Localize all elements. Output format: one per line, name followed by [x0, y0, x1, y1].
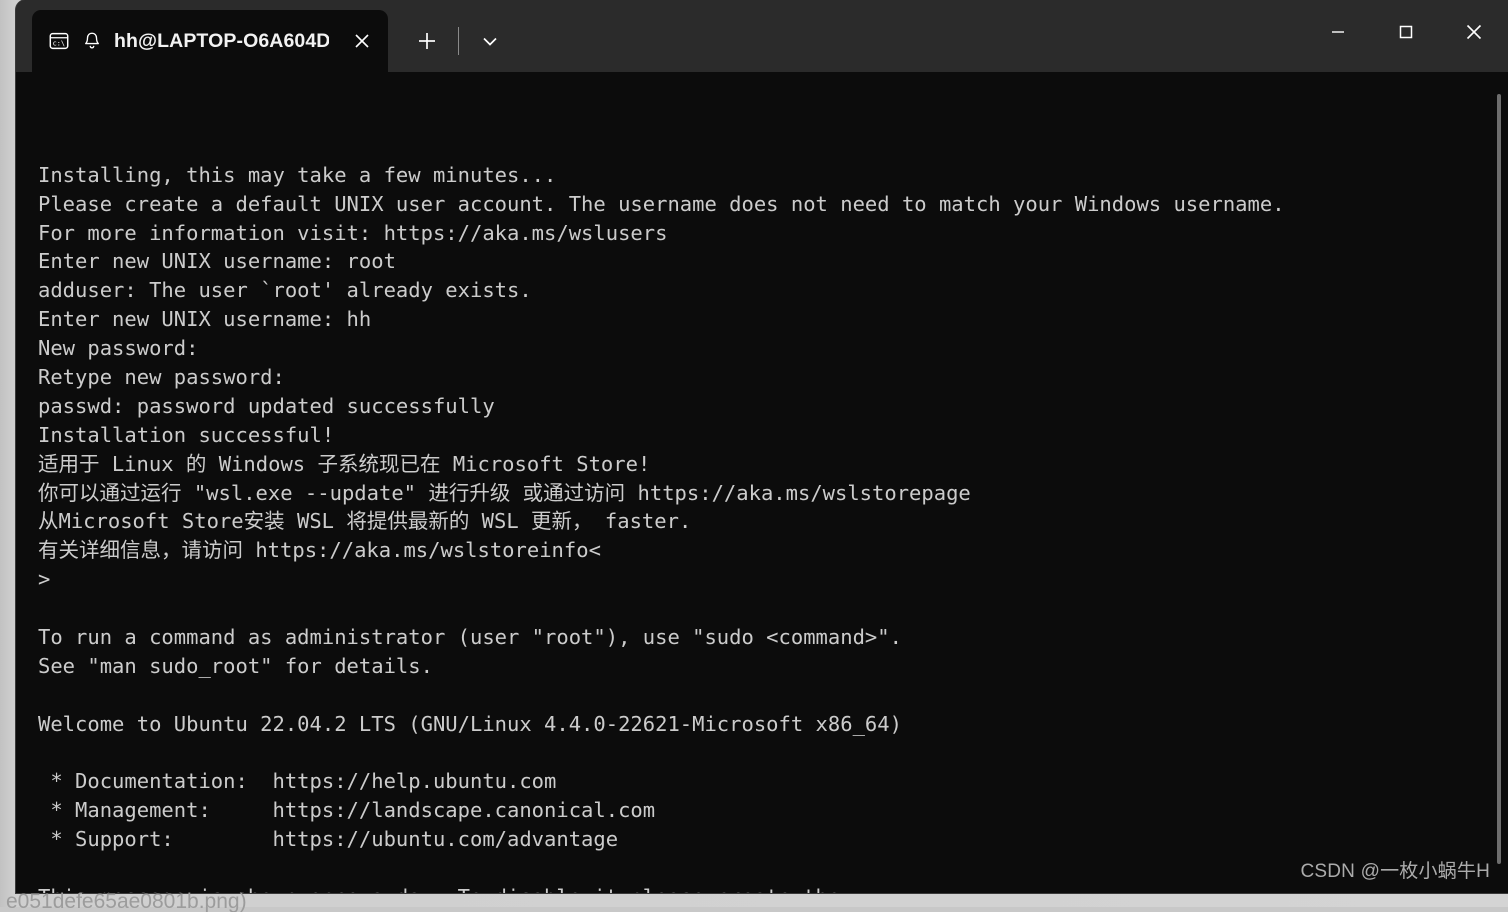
tab-bar-actions: [388, 10, 513, 72]
clipped-caption-text: e051defe65ae0801b.png): [6, 890, 247, 912]
tab-bar-divider: [458, 27, 459, 55]
window-controls: [1304, 0, 1508, 64]
terminal-line: Installation successful!: [38, 422, 335, 447]
terminal-line: See "man sudo_root" for details.: [38, 653, 433, 678]
terminal-line: For more information visit: https://aka.…: [38, 220, 668, 245]
scrollbar-thumb[interactable]: [1497, 94, 1501, 864]
terminal-scrollbar[interactable]: [1496, 72, 1502, 893]
minimize-button[interactable]: [1304, 0, 1372, 64]
terminal-line: 从Microsoft Store安装 WSL 将提供最新的 WSL 更新， fa…: [38, 509, 692, 534]
bell-icon: [83, 31, 101, 51]
terminal-line: * Management: https://landscape.canonica…: [38, 798, 656, 823]
console-cmd-icon: c:\: [48, 30, 70, 52]
terminal-line: 适用于 Linux 的 Windows 子系统现已在 Microsoft Sto…: [38, 451, 651, 476]
terminal-line: Welcome to Ubuntu 22.04.2 LTS (GNU/Linux…: [38, 711, 902, 736]
terminal-line: Enter new UNIX username: hh: [38, 307, 372, 332]
terminal-line: This message is shown once a day. To dis…: [38, 883, 1482, 893]
terminal-line: passwd: password updated successfully: [38, 393, 495, 418]
terminal-output-area[interactable]: Installing, this may take a few minutes.…: [16, 72, 1508, 893]
terminal-line: >: [38, 567, 51, 592]
watermark: CSDN @一枚小蜗牛H: [1300, 861, 1490, 882]
terminal-text: Installing, this may take a few minutes.…: [38, 74, 1482, 893]
terminal-line: adduser: The user `root' already exists.: [38, 278, 532, 303]
terminal-line: Please create a default UNIX user accoun…: [38, 191, 1285, 216]
close-window-button[interactable]: [1440, 0, 1508, 64]
terminal-line: Retype new password:: [38, 364, 285, 389]
terminal-line: 有关详细信息，请访问 https://aka.ms/wslstoreinfo<: [38, 538, 601, 563]
terminal-line: To run a command as administrator (user …: [38, 624, 902, 649]
terminal-line: New password:: [38, 336, 199, 361]
chevron-down-icon[interactable]: [467, 18, 513, 64]
svg-text:c:\: c:\: [53, 40, 65, 48]
terminal-line: * Support: https://ubuntu.com/advantage: [38, 827, 619, 852]
tab-strip: c:\ hh@LAPTOP-O6A604DC: ~: [16, 0, 513, 72]
maximize-button[interactable]: [1372, 0, 1440, 64]
tab-title: hh@LAPTOP-O6A604DC: ~: [114, 29, 329, 52]
terminal-line: Enter new UNIX username: root: [38, 249, 396, 274]
new-tab-button[interactable]: [404, 18, 450, 64]
terminal-line: 你可以通过运行 "wsl.exe --update" 进行升级 或通过访问 ht…: [38, 480, 971, 505]
tab-active[interactable]: c:\ hh@LAPTOP-O6A604DC: ~: [32, 10, 388, 72]
terminal-window: c:\ hh@LAPTOP-O6A604DC: ~: [16, 0, 1508, 893]
title-bar[interactable]: c:\ hh@LAPTOP-O6A604DC: ~: [16, 0, 1508, 72]
terminal-line: Installing, this may take a few minutes.…: [38, 162, 557, 187]
close-tab-icon[interactable]: [342, 21, 382, 61]
terminal-line: * Documentation: https://help.ubuntu.com: [38, 769, 557, 794]
